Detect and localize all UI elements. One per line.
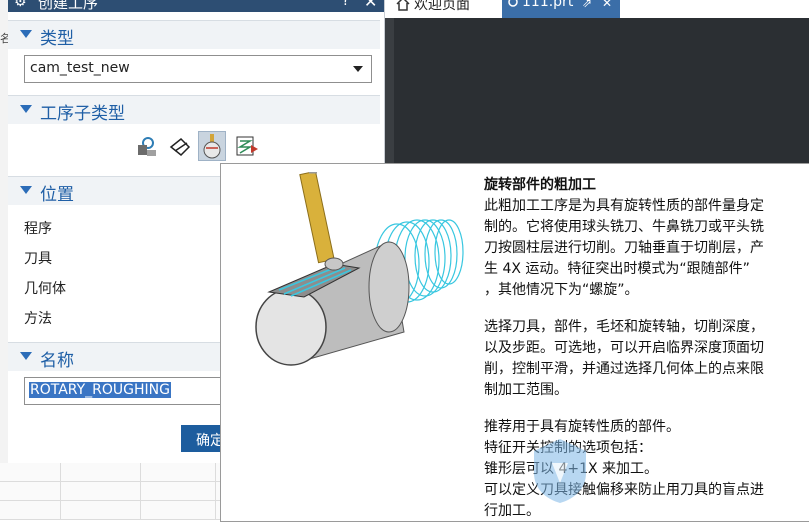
spindle-tool-icon — [138, 137, 156, 156]
field-geometry-label: 几何体 — [24, 281, 66, 297]
background-grid — [0, 463, 222, 520]
rotary-roughing-icon — [203, 134, 221, 159]
field-tool-label: 刀具 — [24, 251, 52, 267]
tooltip-line: 锥形层可以 4+1X 来加工。 — [484, 461, 659, 477]
grid-line — [60, 463, 61, 520]
tooltip-line: 以及步距。可选地，可以开启临界深度顶面切 — [484, 340, 764, 356]
tooltip-line: 特征开关控制的选项包括： — [484, 438, 789, 459]
collapse-triangle-icon — [20, 30, 32, 38]
operation-name-value: ROTARY_ROUGHING — [29, 382, 171, 398]
section-subtype-label: 工序子类型 — [40, 104, 125, 124]
subtype-option-drill[interactable] — [167, 133, 193, 161]
operation-tooltip: 旋转部件的粗加工 此粗加工工序是为具有旋转性质的部件量身定 制的。它将使用球头铣… — [220, 163, 809, 522]
grid-line — [215, 463, 216, 520]
tooltip-line: 削，控制平滑，并通过选择几何体上的点来限 — [484, 361, 764, 377]
link-icon — [508, 0, 518, 7]
tab-welcome[interactable]: 欢迎页面 — [392, 0, 500, 18]
type-dropdown-value: cam_test_new — [30, 60, 130, 76]
section-position-label: 位置 — [40, 185, 74, 205]
shield-watermark-icon — [534, 439, 586, 503]
subtype-option-rotary-roughing[interactable] — [198, 131, 226, 161]
tooltip-line: 可以定义刀具接触偏移来防止用刀具的盲点进 — [484, 482, 764, 498]
tab-welcome-label: 欢迎页面 — [414, 0, 470, 13]
tooltip-line: 推荐用于具有旋转性质的部件。 — [484, 419, 680, 435]
document-tab-bar: 欢迎页面 111.prt ⇗ ✕ — [384, 0, 809, 18]
close-icon[interactable]: ✕ — [364, 0, 377, 11]
section-type-label: 类型 — [40, 29, 74, 49]
gear-icon: ⚙ — [14, 0, 27, 10]
tooltip-line: ，其他情况下为“螺旋”。 — [484, 282, 639, 298]
collapse-triangle-icon — [20, 186, 32, 194]
tooltip-title: 旋转部件的粗加工 — [484, 177, 596, 193]
dialog-title: 创建工序 — [38, 0, 99, 12]
grid-line — [140, 463, 141, 520]
drill-hand-icon — [169, 137, 191, 157]
subtype-option-spindle[interactable] — [133, 133, 159, 161]
tooltip-line: 刀按圆柱层进行切削。刀轴垂直于切削层，产 — [484, 240, 764, 256]
tool-path-icon — [236, 136, 258, 156]
tooltip-paragraph-1: 此粗加工工序是为具有旋转性质的部件量身定 制的。它将使用球头铣刀、牛鼻铣刀或平头… — [484, 196, 789, 301]
type-dropdown[interactable]: cam_test_new — [24, 55, 372, 83]
dialog-title-bar: ⚙ 创建工序 ? ✕ — [8, 0, 384, 12]
tooltip-line: 行加工。 — [484, 503, 540, 519]
section-type-header[interactable]: 类型 — [8, 20, 380, 49]
subtype-option-tool-path[interactable] — [234, 133, 260, 161]
tooltip-line: 选择刀具，部件，毛坯和旋转轴，切削深度， — [484, 319, 764, 335]
section-name-label: 名称 — [40, 351, 74, 371]
tab-111-prt-label: 111.prt — [522, 0, 574, 10]
external-link-icon: ⇗ — [582, 0, 593, 10]
tab-111-prt[interactable]: 111.prt ⇗ ✕ — [502, 0, 620, 18]
operation-name-input[interactable]: ROTARY_ROUGHING — [24, 377, 226, 405]
home-icon — [396, 0, 410, 11]
rotary-part-illustration — [255, 172, 464, 366]
tooltip-line: 制的。它将使用球头铣刀、牛鼻铣刀或平头铣 — [484, 219, 764, 235]
tooltip-paragraph-3: 推荐用于具有旋转性质的部件。 特征开关控制的选项包括： 锥形层可以 4+1X 来… — [484, 417, 789, 522]
tooltip-line: 制加工范围。 — [484, 382, 568, 398]
tooltip-line: 此粗加工工序是为具有旋转性质的部件量身定 — [484, 198, 764, 214]
tooltip-paragraph-2: 选择刀具，部件，毛坯和旋转轴，切削深度， 以及步距。可选地，可以开启临界深度顶面… — [484, 317, 789, 401]
tab-close-icon[interactable]: ✕ — [602, 0, 612, 10]
section-subtype-header[interactable]: 工序子类型 — [8, 95, 380, 124]
collapse-triangle-icon — [20, 352, 32, 360]
help-icon[interactable]: ? — [342, 0, 349, 9]
tooltip-line: 生 4X 运动。特征突出时模式为“跟随部件” — [484, 261, 750, 277]
chevron-down-icon — [353, 66, 363, 72]
collapse-triangle-icon — [20, 105, 32, 113]
field-method-label: 方法 — [24, 311, 52, 327]
field-program-label: 程序 — [24, 221, 52, 237]
